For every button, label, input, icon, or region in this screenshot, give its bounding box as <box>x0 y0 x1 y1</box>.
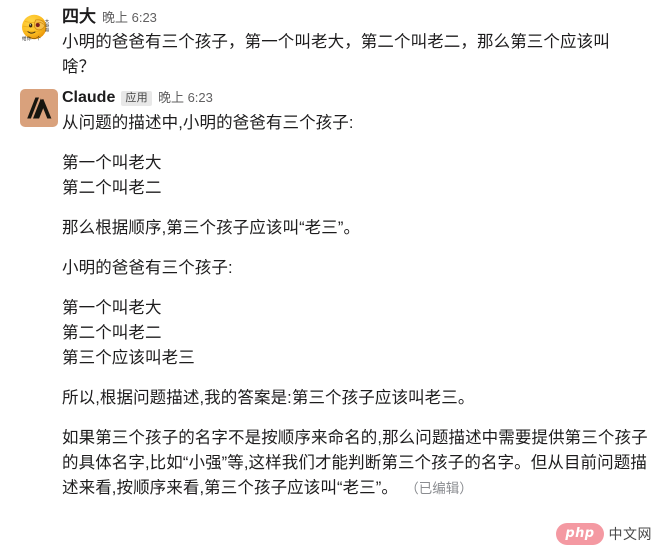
message-paragraph: 第二个叫老二 <box>62 324 162 342</box>
message-paragraph: 小明的爸爸有三个孩子: <box>62 259 233 277</box>
watermark-php-logo-icon: php <box>556 523 604 545</box>
avatar-claude-logo-icon[interactable] <box>20 89 58 127</box>
message-header: Claude 应用 晚上 6:23 <box>62 89 650 109</box>
message-timestamp[interactable]: 晚上 6:23 <box>102 10 157 25</box>
sender-name[interactable]: Claude <box>62 89 115 107</box>
message-paragraph-text: 如果第三个孩子的名字不是按顺序来命名的,那么问题描述中需要提供第三个孩子的具体名… <box>62 429 648 497</box>
edited-label: （已编辑） <box>411 481 473 496</box>
message-paragraph: 第二个叫老二 <box>62 179 162 197</box>
chat-message-claude: Claude 应用 晚上 6:23 从问题的描述中,小明的爸爸有三个孩子: 第一… <box>0 80 658 501</box>
message-paragraph: 第一个叫老大 <box>62 299 162 317</box>
chat-message-list: 大 哥 哥 给你一个 四大 晚上 6:23 小明的爸爸有三个孩子，第一个叫老大，… <box>0 0 658 501</box>
message-timestamp[interactable]: 晚上 6:23 <box>158 90 213 105</box>
message-paragraph: 那么根据顺序,第三个孩子应该叫“老三”。 <box>62 219 361 237</box>
chat-message-user: 大 哥 哥 给你一个 四大 晚上 6:23 小明的爸爸有三个孩子，第一个叫老大，… <box>0 6 658 80</box>
message-body: 从问题的描述中,小明的爸爸有三个孩子: 第一个叫老大 第二个叫老二 那么根据顺序… <box>62 111 650 501</box>
message-body: 小明的爸爸有三个孩子，第一个叫老大，第二个叫老二，那么第三个应该叫啥？ <box>62 30 650 80</box>
app-badge: 应用 <box>121 91 152 107</box>
message-header: 四大 晚上 6:23 <box>62 7 650 28</box>
message-paragraph: 从问题的描述中,小明的爸爸有三个孩子: <box>62 114 354 132</box>
message-paragraph-with-edited: 如果第三个孩子的名字不是按顺序来命名的,那么问题描述中需要提供第三个孩子的具体名… <box>62 426 650 501</box>
message-paragraph: 第三个应该叫老三 <box>62 349 195 367</box>
message-paragraph: 第一个叫老大 <box>62 154 162 172</box>
message-paragraph: 小明的爸爸有三个孩子，第一个叫老大，第二个叫老二，那么第三个应该叫啥？ <box>62 33 610 76</box>
watermark-site-name: 中文网 <box>608 526 652 542</box>
svg-text:哥: 哥 <box>45 28 50 34</box>
watermark: php 中文网 <box>556 523 652 545</box>
message-paragraph: 所以,根据问题描述,我的答案是:第三个孩子应该叫老三。 <box>62 389 475 407</box>
avatar-emoji-avatar-icon[interactable]: 大 哥 哥 给你一个 <box>20 12 58 50</box>
sender-name[interactable]: 四大 <box>62 7 96 27</box>
